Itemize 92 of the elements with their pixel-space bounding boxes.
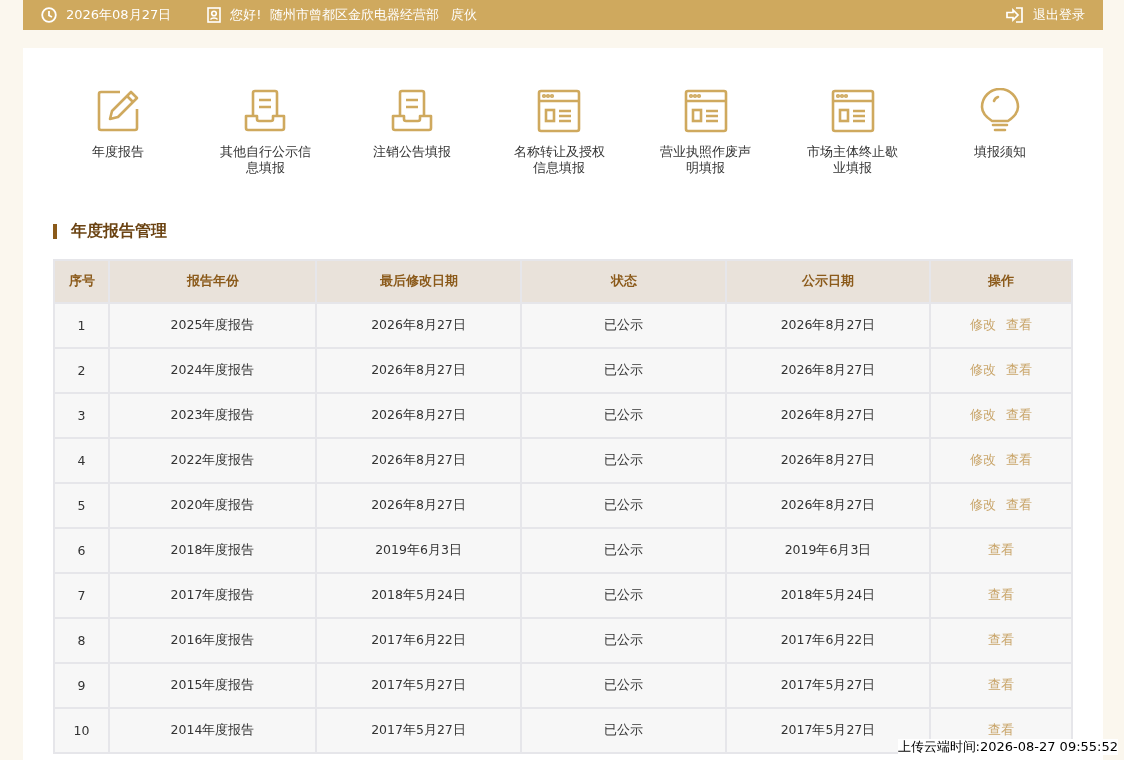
action-link[interactable]: 查看 xyxy=(988,632,1014,647)
table-cell: 2018年5月24日 xyxy=(316,573,521,618)
column-header: 序号 xyxy=(54,260,109,303)
browser-window-icon xyxy=(683,89,728,133)
table-cell: 已公示 xyxy=(521,663,726,708)
section-title: 年度报告管理 xyxy=(71,221,167,242)
clock-icon xyxy=(41,7,57,23)
table-cell: 2024年度报告 xyxy=(109,348,316,393)
action-link[interactable]: 查看 xyxy=(988,677,1014,692)
table-cell: 已公示 xyxy=(521,708,726,753)
action-link[interactable]: 查看 xyxy=(1006,317,1032,332)
document-tray-icon xyxy=(243,89,288,133)
table-cell: 9 xyxy=(54,663,109,708)
action-link[interactable]: 修改 xyxy=(970,407,996,422)
action-link[interactable]: 修改 xyxy=(970,362,996,377)
table-cell: 2017年度报告 xyxy=(109,573,316,618)
column-header: 公示日期 xyxy=(726,260,930,303)
logout-link[interactable]: 退出登录 xyxy=(1006,6,1085,24)
table-cell: 2026年8月27日 xyxy=(726,303,930,348)
feature-shortcut[interactable]: 名称转让及授权信息填报 xyxy=(485,88,633,176)
table-cell: 2018年5月24日 xyxy=(726,573,930,618)
current-date: 2026年08月27日 xyxy=(66,6,172,24)
table-cell: 已公示 xyxy=(521,438,726,483)
table-cell: 2026年8月27日 xyxy=(726,483,930,528)
table-cell: 5 xyxy=(54,483,109,528)
feature-shortcut[interactable]: 注销公告填报 xyxy=(338,88,486,176)
table-cell: 4 xyxy=(54,438,109,483)
upload-timestamp: 上传云端时间:2026-08-27 09:55:52 xyxy=(897,739,1118,754)
column-header: 报告年份 xyxy=(109,260,316,303)
action-link[interactable]: 修改 xyxy=(970,497,996,512)
table-cell: 2018年度报告 xyxy=(109,528,316,573)
table-cell: 2023年度报告 xyxy=(109,393,316,438)
table-cell: 2026年8月27日 xyxy=(726,438,930,483)
feature-shortcut[interactable]: 其他自行公示信息填报 xyxy=(191,88,339,176)
table-cell: 2017年6月22日 xyxy=(316,618,521,663)
column-header: 状态 xyxy=(521,260,726,303)
table-cell: 3 xyxy=(54,393,109,438)
table-cell: 2026年8月27日 xyxy=(726,393,930,438)
table-cell: 2026年8月27日 xyxy=(316,303,521,348)
table-cell: 6 xyxy=(54,528,109,573)
logout-icon xyxy=(1006,7,1024,23)
table-cell: 2022年度报告 xyxy=(109,438,316,483)
table-cell: 2017年5月27日 xyxy=(726,663,930,708)
table-cell: 2026年8月27日 xyxy=(316,348,521,393)
document-tray-icon xyxy=(390,89,435,133)
browser-window-icon xyxy=(830,89,875,133)
action-link[interactable]: 查看 xyxy=(1006,497,1032,512)
pencil-edit-icon xyxy=(96,89,141,133)
table-cell: 2017年5月27日 xyxy=(316,708,521,753)
table-cell: 2 xyxy=(54,348,109,393)
table-cell: 已公示 xyxy=(521,528,726,573)
user-badge-icon xyxy=(207,7,222,23)
table-cell: 2026年8月27日 xyxy=(726,348,930,393)
table-cell: 2017年6月22日 xyxy=(726,618,930,663)
table-cell: 已公示 xyxy=(521,393,726,438)
table-cell: 2014年度报告 xyxy=(109,708,316,753)
table-cell: 已公示 xyxy=(521,618,726,663)
table-cell: 已公示 xyxy=(521,348,726,393)
table-cell: 2019年6月3日 xyxy=(726,528,930,573)
table-cell: 2015年度报告 xyxy=(109,663,316,708)
table-cell: 已公示 xyxy=(521,303,726,348)
table-cell: 2020年度报告 xyxy=(109,483,316,528)
light-bulb-icon xyxy=(979,88,1020,134)
column-header: 操作 xyxy=(930,260,1072,303)
greeting-text: 您好! 随州市曾都区金欣电器经营部 庹伙 xyxy=(230,6,478,24)
browser-window-icon xyxy=(537,89,581,133)
action-link[interactable]: 修改 xyxy=(970,452,996,467)
column-header: 最后修改日期 xyxy=(316,260,521,303)
feature-shortcut[interactable]: 市场主体终止歇业填报 xyxy=(779,88,927,176)
table-cell: 2019年6月3日 xyxy=(316,528,521,573)
feature-shortcut[interactable]: 年度报告 xyxy=(45,88,192,176)
action-link[interactable]: 修改 xyxy=(970,317,996,332)
table-cell: 2016年度报告 xyxy=(109,618,316,663)
table-cell: 8 xyxy=(54,618,109,663)
feature-shortcut[interactable]: 填报须知 xyxy=(926,88,1073,176)
table-cell: 已公示 xyxy=(521,573,726,618)
table-cell: 2026年8月27日 xyxy=(316,438,521,483)
table-cell: 已公示 xyxy=(521,483,726,528)
action-link[interactable]: 查看 xyxy=(988,722,1014,737)
table-cell: 10 xyxy=(54,708,109,753)
table-cell: 2025年度报告 xyxy=(109,303,316,348)
action-link[interactable]: 查看 xyxy=(1006,362,1032,377)
table-cell: 2026年8月27日 xyxy=(316,393,521,438)
table-cell: 1 xyxy=(54,303,109,348)
table-cell: 7 xyxy=(54,573,109,618)
action-link[interactable]: 查看 xyxy=(988,542,1014,557)
action-link[interactable]: 查看 xyxy=(988,587,1014,602)
action-link[interactable]: 查看 xyxy=(1006,452,1032,467)
feature-shortcut[interactable]: 营业执照作废声明填报 xyxy=(632,88,780,176)
action-link[interactable]: 查看 xyxy=(1006,407,1032,422)
table-cell: 2026年8月27日 xyxy=(316,483,521,528)
table-cell: 2017年5月27日 xyxy=(316,663,521,708)
